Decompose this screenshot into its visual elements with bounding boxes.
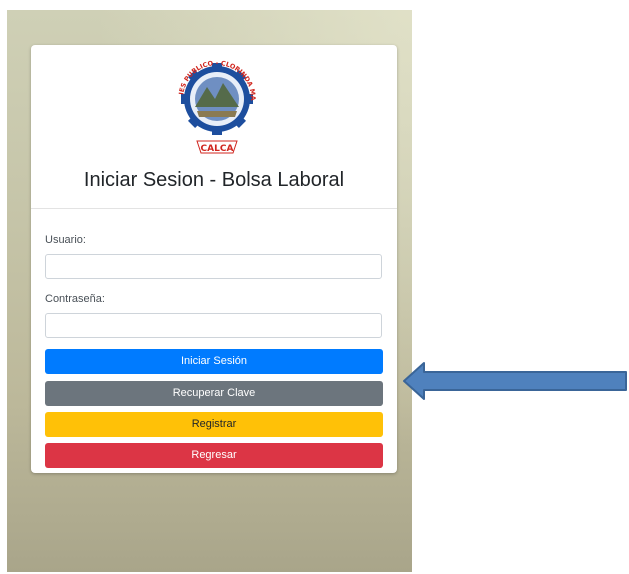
- password-input[interactable]: [45, 313, 382, 338]
- recover-password-button[interactable]: Recuperar Clave: [45, 381, 383, 406]
- password-label: Contraseña:: [45, 293, 105, 305]
- left-arrow-icon: [403, 362, 627, 400]
- institution-logo: IES PUBLICO - CLORINDA MATTO DE TURNER C…: [167, 49, 257, 154]
- login-button[interactable]: Iniciar Sesión: [45, 349, 383, 374]
- login-card: IES PUBLICO - CLORINDA MATTO DE TURNER C…: [31, 45, 397, 473]
- username-input[interactable]: [45, 254, 382, 279]
- username-label: Usuario:: [45, 234, 86, 246]
- register-button[interactable]: Registrar: [45, 412, 383, 437]
- back-button[interactable]: Regresar: [45, 443, 383, 468]
- logo-place-text: CALCA: [201, 144, 234, 154]
- card-header: IES PUBLICO - CLORINDA MATTO DE TURNER C…: [31, 45, 397, 209]
- page-background: IES PUBLICO - CLORINDA MATTO DE TURNER C…: [7, 10, 412, 572]
- page-title: Iniciar Sesion - Bolsa Laboral: [83, 169, 345, 191]
